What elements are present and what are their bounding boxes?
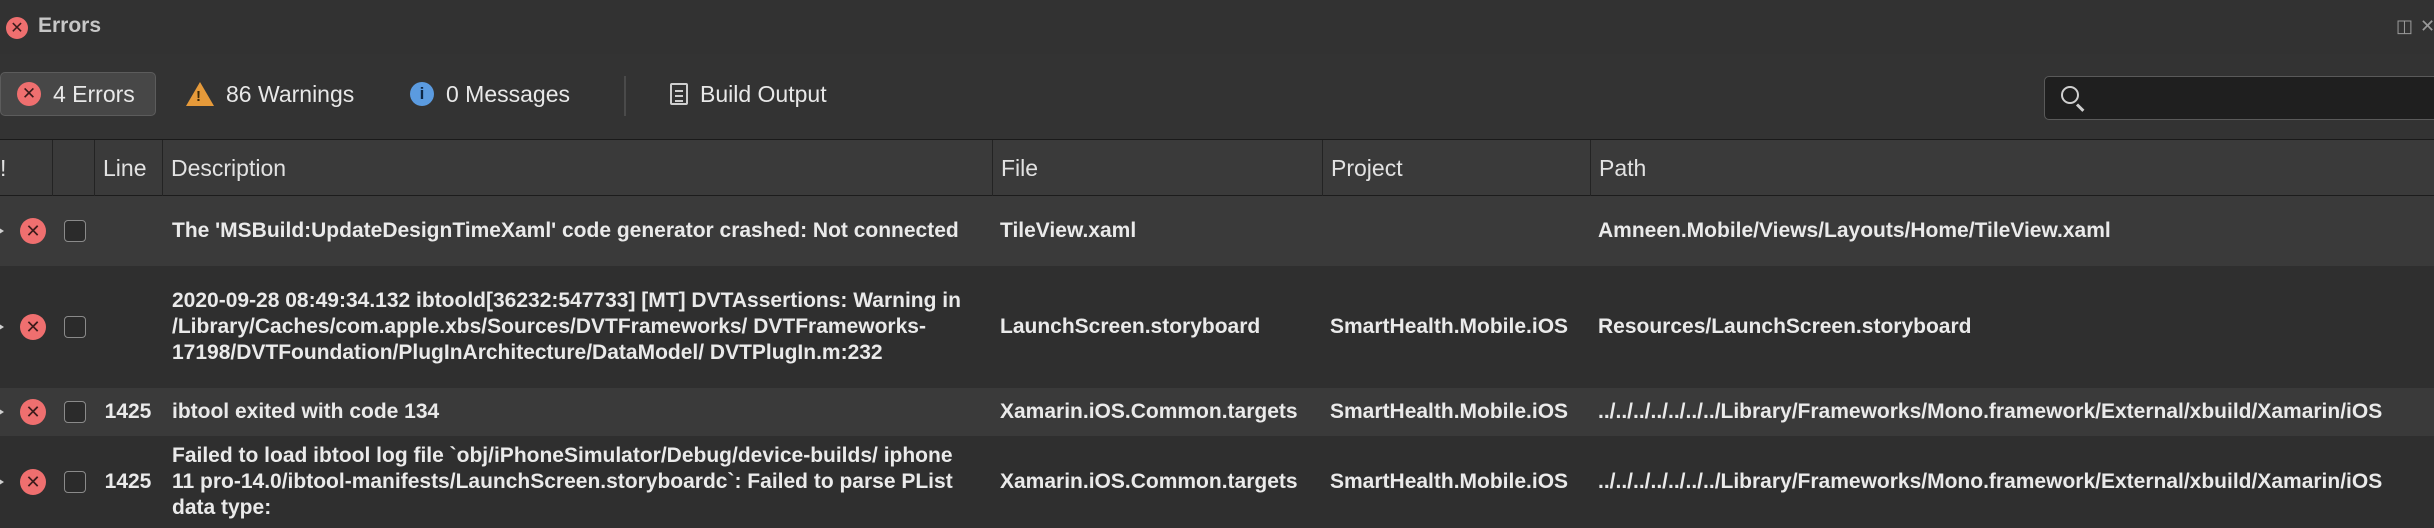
error-icon: ✕ [20, 469, 46, 495]
row-expander[interactable]: ✕ [0, 388, 52, 436]
row-description: 2020-09-28 08:49:34.132 ibtoold[36232:54… [172, 289, 961, 364]
row-expander[interactable]: ✕ [0, 266, 52, 388]
disclosure-triangle-icon[interactable] [0, 322, 4, 332]
warnings-filter-label: 86 Warnings [226, 80, 355, 107]
table-row[interactable]: ✕ The 'MSBuild:UpdateDesignTimeXaml' cod… [0, 196, 2434, 266]
toolbar: ✕ 4 Errors ! 86 Warnings i 0 Messages Bu… [0, 54, 2434, 140]
row-checkbox-cell [52, 266, 98, 388]
row-line: 1425 [104, 400, 152, 423]
column-header-description[interactable]: Description [162, 140, 992, 196]
error-icon: ✕ [17, 82, 41, 106]
row-path: Resources/LaunchScreen.storyboard [1598, 315, 1972, 338]
document-icon [670, 83, 688, 105]
row-checkbox[interactable] [64, 401, 86, 423]
column-header-checkbox[interactable] [52, 140, 98, 196]
error-icon: ✕ [20, 218, 46, 244]
row-file: Xamarin.iOS.Common.targets [1000, 400, 1298, 423]
errors-filter-label: 4 Errors [53, 80, 135, 107]
row-line [94, 196, 162, 266]
column-header-project[interactable]: Project [1322, 140, 1590, 196]
warning-icon: ! [186, 82, 214, 106]
warnings-filter-button[interactable]: ! 86 Warnings [186, 72, 354, 116]
row-path: ../../../../../../../Library/Frameworks/… [1598, 400, 2383, 423]
error-icon: ✕ [6, 17, 28, 39]
close-icon[interactable]: ✕ [2420, 16, 2434, 37]
row-checkbox-cell [52, 388, 98, 436]
messages-filter-label: 0 Messages [446, 80, 571, 107]
row-project: SmartHealth.Mobile.iOS [1330, 400, 1569, 423]
row-checkbox[interactable] [64, 220, 86, 242]
row-path: ../../../../../../../Library/Frameworks/… [1598, 470, 2383, 493]
error-icon: ✕ [20, 399, 46, 425]
column-header-file[interactable]: File [992, 140, 1322, 196]
toolbar-divider [624, 76, 626, 116]
table-row[interactable]: ✕ 1425 ibtool exited with code 134 Xamar… [0, 388, 2434, 436]
messages-filter-button[interactable]: i 0 Messages [410, 72, 570, 116]
row-project [1330, 196, 1590, 266]
row-path: Amneen.Mobile/Views/Layouts/Home/TileVie… [1598, 219, 2111, 242]
info-icon: i [410, 82, 434, 106]
row-description: Failed to load ibtool log file `obj/iPho… [172, 444, 953, 519]
table-row[interactable]: ✕ 2020-09-28 08:49:34.132 ibtoold[36232:… [0, 266, 2434, 388]
search-input[interactable] [2093, 81, 2434, 117]
title-bar: ✕ Errors ◫ ✕ [0, 0, 2434, 54]
row-line: 1425 [104, 470, 152, 493]
disclosure-triangle-icon[interactable] [0, 407, 4, 417]
row-expander[interactable]: ✕ [0, 436, 52, 528]
row-expander[interactable]: ✕ [0, 196, 52, 266]
table-header: ! Line Description File Project Path [0, 140, 2434, 196]
column-header-severity[interactable]: ! [0, 140, 52, 196]
row-description: The 'MSBuild:UpdateDesignTimeXaml' code … [172, 219, 959, 242]
row-checkbox-cell [52, 436, 98, 528]
search-box[interactable] [2044, 76, 2434, 120]
row-file: Xamarin.iOS.Common.targets [1000, 470, 1298, 493]
column-header-line[interactable]: Line [94, 140, 162, 196]
row-project: SmartHealth.Mobile.iOS [1330, 470, 1569, 493]
column-header-path[interactable]: Path [1590, 140, 2434, 196]
search-icon [2061, 86, 2079, 104]
build-output-button[interactable]: Build Output [670, 72, 827, 116]
panel-title: Errors [38, 14, 102, 37]
row-checkbox[interactable] [64, 471, 86, 493]
row-checkbox-cell [52, 196, 98, 266]
errors-filter-button[interactable]: ✕ 4 Errors [0, 72, 156, 116]
row-line [94, 266, 162, 388]
disclosure-triangle-icon[interactable] [0, 477, 4, 487]
row-project: SmartHealth.Mobile.iOS [1330, 315, 1569, 338]
row-file: LaunchScreen.storyboard [1000, 315, 1261, 338]
row-description: ibtool exited with code 134 [172, 400, 440, 423]
row-file: TileView.xaml [1000, 219, 1137, 242]
disclosure-triangle-icon[interactable] [0, 226, 4, 236]
dock-icon[interactable]: ◫ [2396, 16, 2413, 37]
build-output-label: Build Output [700, 80, 827, 107]
row-checkbox[interactable] [64, 316, 86, 338]
error-icon: ✕ [20, 314, 46, 340]
table-row[interactable]: ✕ 1425 Failed to load ibtool log file `o… [0, 436, 2434, 528]
